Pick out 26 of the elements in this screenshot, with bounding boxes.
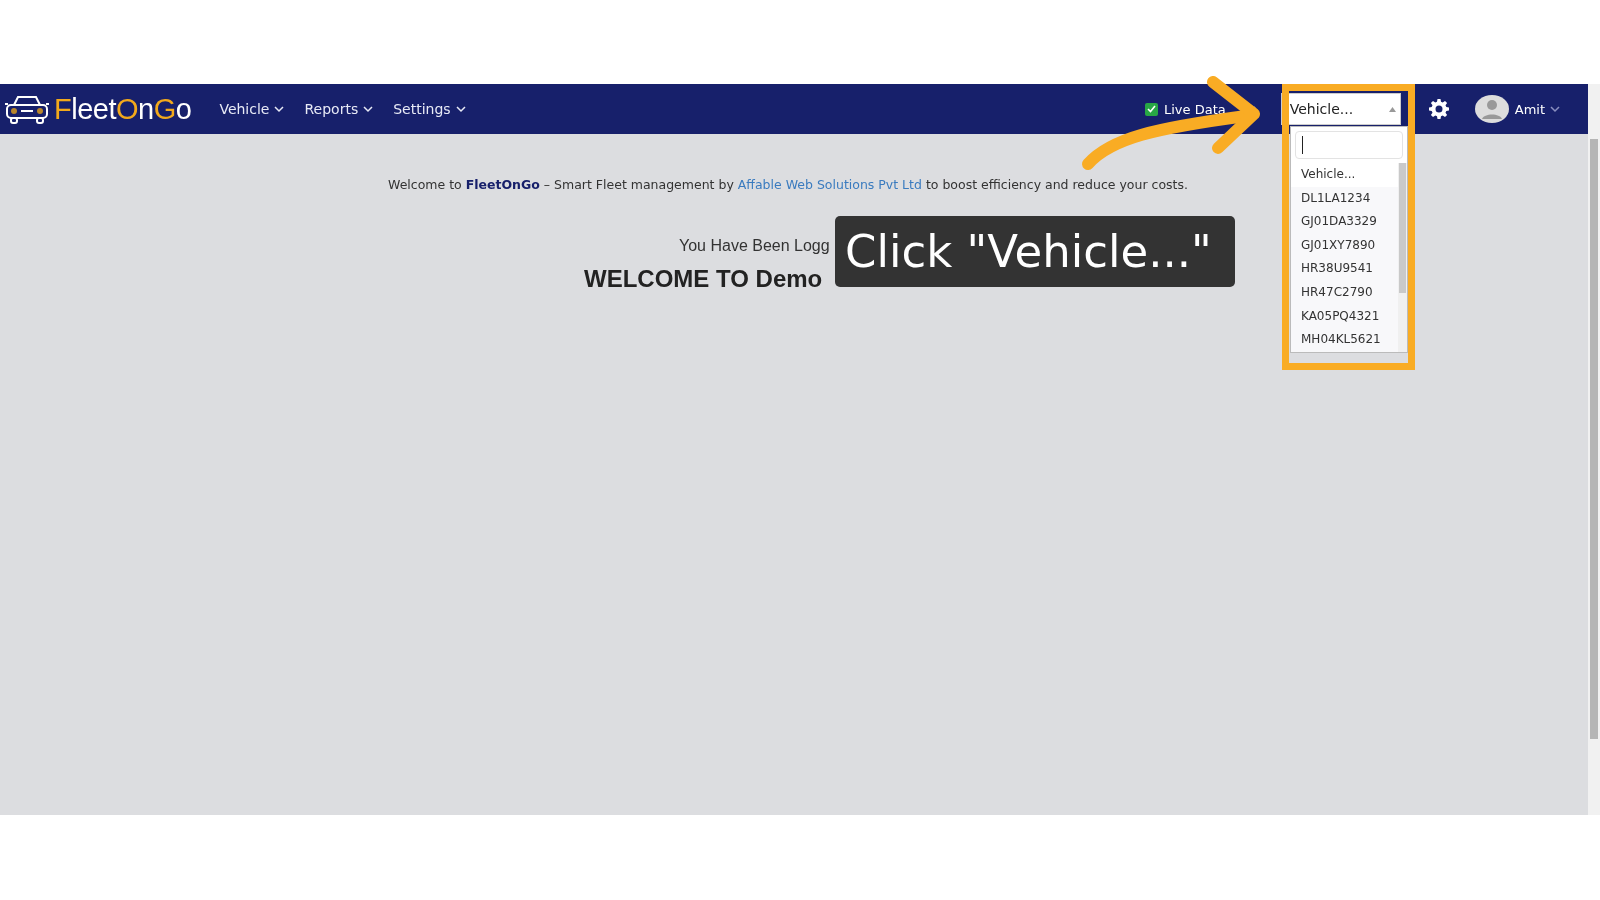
dropdown-option[interactable]: GJ01XY7890 (1291, 233, 1398, 258)
dropdown-option[interactable]: KA05PQ4321 (1291, 304, 1398, 329)
car-icon (4, 93, 50, 125)
dropdown-option[interactable]: HR38U9541 (1291, 257, 1398, 281)
search-field[interactable] (1295, 131, 1403, 159)
dropdown-option[interactable]: HR47C2790 (1291, 280, 1398, 305)
avatar-icon[interactable] (1474, 95, 1509, 123)
nav-menu-item[interactable]: Vehicle (209, 95, 295, 123)
live-data-checkbox[interactable] (1145, 102, 1158, 116)
welcome-heading: WELCOME TO Demo (584, 265, 823, 293)
caret-icon[interactable] (1388, 106, 1396, 112)
live-data-label: Live Data (1164, 101, 1226, 117)
nav-menu-item[interactable]: Settings (383, 95, 476, 123)
logged-in-message: You Have Been Logg (679, 237, 830, 255)
vehicle-select[interactable]: Vehicle... (1280, 93, 1401, 125)
dropdown-option[interactable]: GJ01DA3329 (1291, 210, 1398, 234)
settings-icon[interactable] (1428, 99, 1449, 119)
dropdown-option[interactable]: MH04KL5621 (1291, 328, 1398, 352)
welcome-message: Welcome to FleetOnGo – Smart Fleet management by Affable Web Solutions Pvt Ltd to boost efficiency and reduce your costs. (388, 177, 1188, 192)
user-menu[interactable]: Amit (1508, 100, 1566, 118)
tutorial-callout: Click "Vehicle..." (835, 216, 1235, 287)
dropdown-option[interactable]: DL1LA1234 (1291, 186, 1398, 211)
dropdown-scrollbar[interactable] (1398, 163, 1407, 352)
brand-logo-text: FleetOnGo (54, 92, 192, 126)
scrollbar[interactable] (1588, 84, 1600, 815)
nav-menu-item[interactable]: Reports (294, 95, 384, 123)
